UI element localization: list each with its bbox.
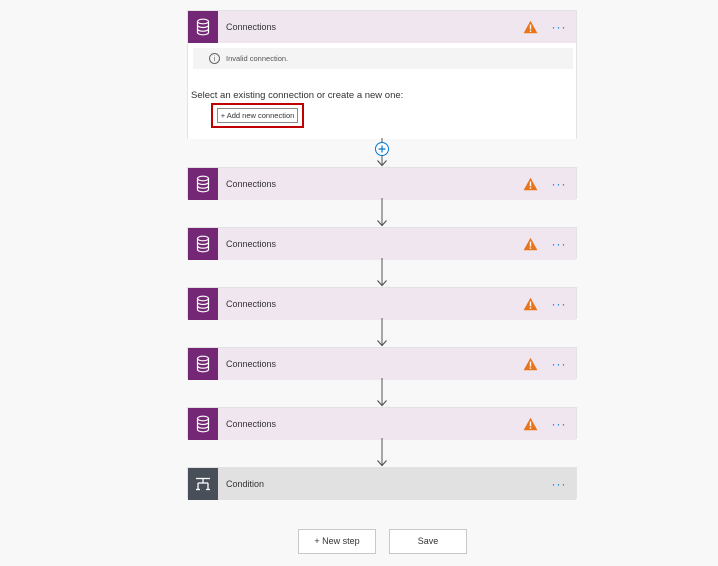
more-options-icon[interactable]: ··· [548, 236, 570, 252]
step-title: Connections [226, 299, 277, 309]
info-icon: i [209, 53, 220, 64]
step-title: Connections [226, 239, 277, 249]
database-icon [188, 11, 218, 43]
step-header[interactable]: Condition ··· [188, 468, 576, 500]
step-title: Connections [226, 359, 277, 369]
warning-icon[interactable] [522, 176, 538, 192]
warning-icon[interactable] [522, 236, 538, 252]
database-icon [188, 288, 218, 320]
error-message-bar: i Invalid connection. [193, 48, 573, 69]
step-header[interactable]: Connections ··· [188, 408, 576, 440]
step-title: Connections [226, 179, 277, 189]
warning-icon[interactable] [522, 296, 538, 312]
step-card-connections-expanded: Connections ··· i Invalid connection. Se… [187, 10, 577, 139]
database-icon [188, 228, 218, 260]
step-header[interactable]: Connections ··· [188, 11, 576, 43]
step-header[interactable]: Connections ··· [188, 348, 576, 380]
step-header[interactable]: Connections ··· [188, 168, 576, 200]
step-card-connections: Connections ··· [187, 287, 577, 320]
more-options-icon[interactable]: ··· [548, 416, 570, 432]
warning-icon[interactable] [522, 416, 538, 432]
more-options-icon[interactable]: ··· [548, 19, 570, 35]
step-title: Connections [226, 22, 277, 32]
step-connector [376, 258, 388, 288]
error-message: Invalid connection. [226, 54, 289, 63]
database-icon [188, 348, 218, 380]
step-connector [376, 198, 388, 228]
step-header[interactable]: Connections ··· [188, 288, 576, 320]
more-options-icon[interactable]: ··· [548, 176, 570, 192]
step-card-connections: Connections ··· [187, 407, 577, 440]
insert-step-icon[interactable] [375, 142, 389, 156]
warning-icon[interactable] [522, 356, 538, 372]
add-new-connection-button[interactable]: + Add new connection [217, 108, 298, 123]
highlight-frame: + Add new connection [211, 103, 304, 128]
more-options-icon[interactable]: ··· [548, 476, 570, 492]
step-card-connections: Connections ··· [187, 227, 577, 260]
more-options-icon[interactable]: ··· [548, 296, 570, 312]
save-button[interactable]: Save [389, 529, 467, 554]
step-connector [376, 318, 388, 348]
step-body: i Invalid connection. Select an existing… [188, 43, 576, 139]
step-card-connections: Connections ··· [187, 347, 577, 380]
step-connector [376, 378, 388, 408]
database-icon [188, 168, 218, 200]
step-title: Connections [226, 419, 277, 429]
step-card-condition: Condition ··· [187, 467, 577, 500]
condition-icon [188, 468, 218, 500]
step-card-connections: Connections ··· [187, 167, 577, 200]
step-header[interactable]: Connections ··· [188, 228, 576, 260]
step-connector [376, 438, 388, 468]
step-title: Condition [226, 479, 265, 489]
connection-prompt: Select an existing connection or create … [191, 90, 404, 101]
warning-icon[interactable] [522, 19, 538, 35]
new-step-button[interactable]: + New step [298, 529, 376, 554]
database-icon [188, 408, 218, 440]
more-options-icon[interactable]: ··· [548, 356, 570, 372]
